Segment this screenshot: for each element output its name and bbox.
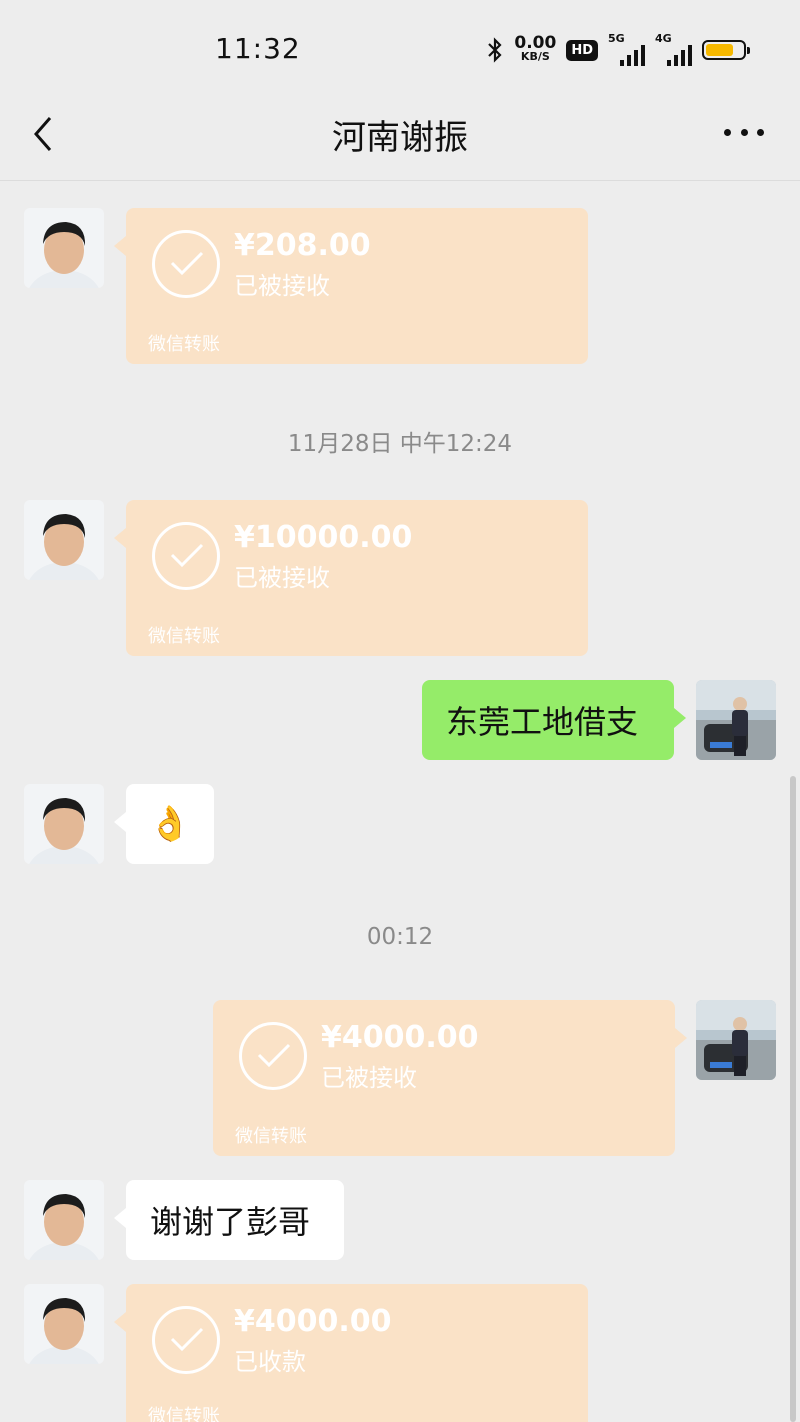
status-time: 11:32 bbox=[215, 32, 301, 65]
transfer-card[interactable]: ¥10000.00 已被接收 微信转账 bbox=[114, 500, 588, 656]
transfer-status: 已收款 bbox=[234, 1348, 306, 1376]
ok-hand-emoji: 👌 bbox=[148, 804, 192, 844]
transfer-status: 已被接收 bbox=[234, 564, 330, 592]
transfer-footer: 微信转账 bbox=[148, 334, 220, 355]
transfer-amount: ¥208.00 bbox=[234, 228, 371, 263]
transfer-status: 已被接收 bbox=[234, 272, 330, 300]
transfer-card[interactable]: ¥4000.00 已收款 微信转账 bbox=[114, 1284, 588, 1422]
contact-avatar[interactable] bbox=[24, 208, 104, 288]
timestamp: 00:12 bbox=[366, 924, 434, 950]
contact-avatar[interactable] bbox=[24, 500, 104, 580]
signal-4g-icon: 4G bbox=[655, 32, 692, 66]
more-icon[interactable] bbox=[724, 120, 764, 144]
transfer-footer: 微信转账 bbox=[148, 626, 220, 647]
received-message[interactable]: 谢谢了彭哥 bbox=[114, 1180, 344, 1260]
transfer-amount: ¥4000.00 bbox=[321, 1020, 479, 1055]
transfer-amount: ¥10000.00 bbox=[234, 520, 413, 555]
scrollbar[interactable] bbox=[790, 776, 796, 1422]
battery-icon bbox=[702, 40, 750, 60]
message-text: 谢谢了彭哥 bbox=[150, 1203, 311, 1241]
chat-header: 河南谢振 bbox=[0, 96, 800, 181]
transfer-amount: ¥4000.00 bbox=[234, 1304, 392, 1339]
transfer-card[interactable]: ¥208.00 已被接收 微信转账 bbox=[114, 208, 588, 364]
status-bar: 11:32 0.00 KB/S HD 5G 4G bbox=[0, 0, 800, 96]
check-circle-icon bbox=[239, 1022, 307, 1090]
check-circle-icon bbox=[152, 230, 220, 298]
check-circle-icon bbox=[152, 1306, 220, 1374]
received-message[interactable]: 👌 bbox=[114, 784, 214, 864]
message-text: 东莞工地借支 bbox=[446, 703, 639, 741]
my-avatar[interactable] bbox=[696, 680, 776, 760]
transfer-card[interactable]: ¥4000.00 已被接收 微信转账 bbox=[213, 1000, 687, 1156]
contact-avatar[interactable] bbox=[24, 784, 104, 864]
transfer-footer: 微信转账 bbox=[148, 1406, 220, 1422]
check-circle-icon bbox=[152, 522, 220, 590]
transfer-footer: 微信转账 bbox=[235, 1126, 307, 1147]
status-icons: 0.00 KB/S HD 5G 4G bbox=[486, 32, 750, 66]
contact-avatar[interactable] bbox=[24, 1284, 104, 1364]
contact-avatar[interactable] bbox=[24, 1180, 104, 1260]
my-avatar[interactable] bbox=[696, 1000, 776, 1080]
bluetooth-icon bbox=[488, 37, 502, 63]
transfer-status: 已被接收 bbox=[321, 1064, 417, 1092]
signal-5g-icon: 5G bbox=[608, 32, 645, 66]
timestamp: 11月28日 中午12:24 bbox=[287, 431, 513, 457]
chat-title: 河南谢振 bbox=[332, 118, 468, 158]
net-speed: 0.00 KB/S bbox=[514, 33, 557, 64]
hd-voice-icon: HD bbox=[566, 39, 598, 61]
sent-message[interactable]: 东莞工地借支 bbox=[422, 680, 686, 760]
